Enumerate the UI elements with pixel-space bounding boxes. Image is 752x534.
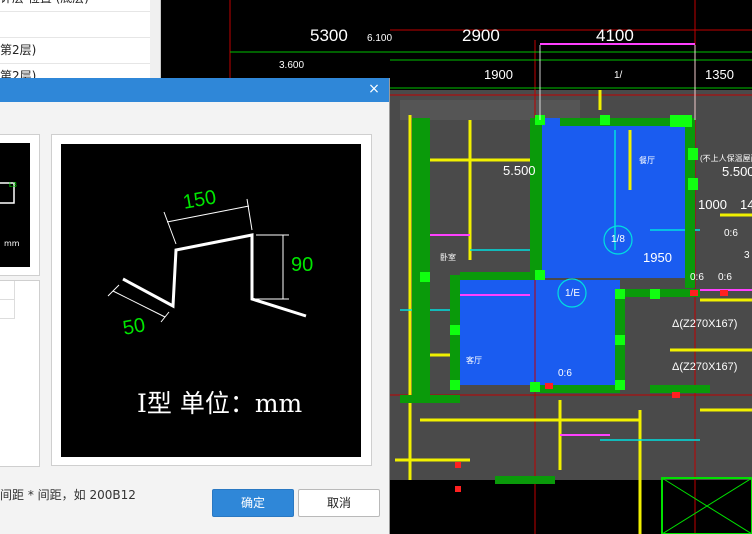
list-cell[interactable] [0, 281, 15, 300]
cad-dimension: 14 [740, 197, 752, 212]
list-item[interactable] [0, 12, 160, 38]
cad-dimension: 1000 [698, 197, 727, 212]
cad-elevation: 6.100 [367, 33, 393, 44]
close-icon[interactable]: × [365, 80, 383, 98]
cad-beam-label: Δ(Z270X167) [672, 318, 738, 330]
cad-room-label: 客厅 [466, 356, 482, 365]
shape-thumbnail[interactable]: L3 mm [0, 143, 30, 267]
preview-caption: I型 单位：mm [137, 389, 303, 418]
cad-elevation: 5.500 [503, 163, 536, 178]
cad-elevation: 5.500 [722, 164, 752, 179]
cad-dimension-top: 4100 [596, 26, 634, 45]
cad-rc-label: 0:6 [724, 228, 738, 239]
cad-dimension-top: 5300 [310, 26, 348, 45]
shape-list-panel[interactable] [0, 280, 40, 467]
thumbnail-unit: mm [4, 239, 20, 248]
list-scrollbar[interactable] [150, 0, 160, 82]
cad-misc: 3 [744, 250, 750, 261]
shape-thumbnail-panel[interactable]: L3 mm [0, 134, 40, 276]
cad-dimension: 1950 [643, 250, 672, 265]
cad-axis-mark: 1/ [614, 70, 623, 81]
cad-rc-label: 0:6 [690, 272, 704, 283]
dimension-right-label: 90 [291, 254, 314, 276]
cad-axis-tag: 1/E [565, 288, 581, 299]
thumbnail-mark: L3 [9, 182, 17, 189]
cad-room-label: 卧室 [440, 253, 456, 262]
cad-rc-label: 0:6 [558, 368, 572, 379]
rebar-shape-dialog: × L3 mm 150 90 50 I型 单位：mm 间距 * 间距，如 200… [0, 78, 390, 534]
dialog-titlebar[interactable]: × [0, 78, 389, 102]
thumbnail-drawing: L3 [0, 182, 17, 204]
list-item[interactable]: 第2层) [0, 38, 160, 64]
cad-note: (不上人保温屋面) [700, 154, 752, 163]
cad-room-label: 餐厅 [639, 156, 655, 165]
background-list-panel: 计层·位置 (底层) 第2层) 第2层) [0, 0, 161, 90]
list-cell[interactable] [0, 300, 15, 319]
cad-dimension: 1350 [705, 67, 734, 82]
shape-preview-image: 150 90 50 I型 单位：mm [61, 144, 361, 457]
ok-button[interactable]: 确定 [212, 489, 294, 517]
cad-elevation: 3.600 [279, 60, 305, 71]
cad-misc: 0:6 [718, 272, 732, 283]
cancel-button[interactable]: 取消 [298, 489, 380, 517]
cad-axis-tag: 1/8 [611, 234, 625, 245]
cad-dimension: 1900 [484, 67, 513, 82]
shape-preview-panel: 150 90 50 I型 单位：mm [51, 134, 372, 466]
input-hint: 间距 * 间距，如 200B12 [0, 488, 136, 502]
dimension-left-label: 50 [121, 314, 147, 340]
cad-beam-label: Δ(Z270X167) [672, 361, 738, 373]
list-item[interactable]: 计层·位置 (底层) [0, 0, 160, 12]
cad-dimension-top: 2900 [462, 26, 500, 45]
